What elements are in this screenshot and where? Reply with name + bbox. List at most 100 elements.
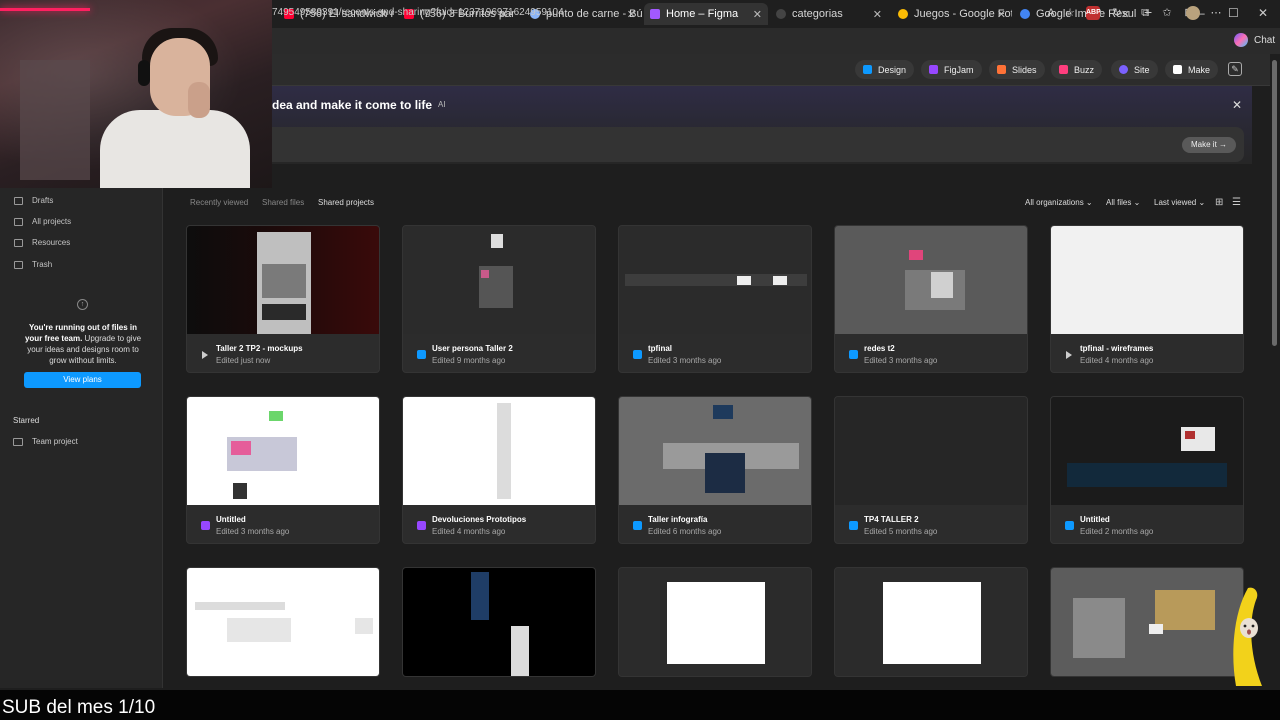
ai-prompt-input[interactable]	[272, 127, 1244, 162]
file-card[interactable]	[402, 567, 596, 677]
file-card[interactable]: Taller 2 TP2 - mockups Edited just now	[186, 225, 380, 373]
close-tab-icon[interactable]: ✕	[997, 8, 1006, 21]
play-icon	[202, 351, 208, 359]
file-thumbnail	[619, 568, 811, 676]
star-icon[interactable]: ☆	[1063, 6, 1077, 20]
maximize-button[interactable]: ☐	[1228, 6, 1239, 20]
file-name: Untitled	[216, 515, 246, 524]
site-icon	[1119, 65, 1128, 74]
browser-tab-active[interactable]: Home – Figma ✕	[644, 3, 768, 25]
sidebar-item-trash[interactable]: Trash	[14, 260, 52, 269]
trash-icon	[14, 260, 23, 269]
figjam-file-icon	[417, 521, 426, 530]
file-card[interactable]: Untitled Edited 3 months ago	[186, 396, 380, 544]
file-edited: Edited 6 months ago	[648, 527, 722, 536]
url-field[interactable]: 749549589391/recents-and-sharing?fuid=12…	[272, 7, 564, 18]
new-file-icon[interactable]: ✎	[1228, 62, 1242, 76]
design-file-icon	[849, 350, 858, 359]
read-aloud-icon[interactable]: A	[1044, 6, 1058, 20]
file-name: tpfinal	[648, 344, 672, 353]
view-plans-button[interactable]: View plans	[24, 372, 141, 388]
tab-shared-files[interactable]: Shared files	[262, 198, 304, 207]
make-it-button[interactable]: Make it →	[1182, 137, 1237, 153]
list-view-icon[interactable]: ☰	[1232, 197, 1241, 208]
new-design-button[interactable]: Design	[855, 60, 915, 79]
organization-filter[interactable]: All organizations ⌄	[1025, 198, 1093, 207]
buzz-icon	[1059, 65, 1068, 74]
file-edited: Edited 3 months ago	[864, 356, 938, 365]
grid-icon	[14, 217, 23, 226]
close-tab-icon[interactable]: ✕	[753, 8, 762, 21]
sidebar-item-drafts[interactable]: Drafts	[14, 196, 53, 205]
copilot-chat-button[interactable]: Chat	[1234, 33, 1275, 47]
google-icon	[1020, 9, 1030, 19]
refresh-extension-icon[interactable]: ↻	[1110, 6, 1124, 20]
file-type-filter[interactable]: All files ⌄	[1106, 198, 1140, 207]
sort-filter[interactable]: Last viewed ⌄	[1154, 198, 1205, 207]
pill-label: Make	[1188, 64, 1211, 75]
file-card[interactable]: Devoluciones Prototipos Edited 4 months …	[402, 396, 596, 544]
design-file-icon	[633, 350, 642, 359]
file-thumbnail	[187, 397, 379, 505]
close-icon[interactable]: ✕	[1232, 98, 1242, 112]
close-tab-icon[interactable]: ✕	[873, 8, 882, 21]
file-edited: Edited 9 months ago	[432, 356, 506, 365]
file-thumbnail	[619, 226, 811, 334]
file-card[interactable]: redes t2 Edited 3 months ago	[834, 225, 1028, 373]
slides-icon	[997, 65, 1006, 74]
upgrade-arrow-icon: ↑	[77, 299, 88, 310]
file-card[interactable]: Untitled Edited 2 months ago	[1050, 396, 1244, 544]
file-card[interactable]: tpfinal - wireframes Edited 4 months ago	[1050, 225, 1244, 373]
sidebar-item-resources[interactable]: Resources	[14, 238, 70, 247]
figjam-file-icon	[201, 521, 210, 530]
new-slides-button[interactable]: Slides	[989, 60, 1045, 79]
browser-tab[interactable]: categorias ✕	[770, 3, 888, 25]
file-card[interactable]	[186, 567, 380, 677]
split-screen-icon[interactable]: ⧉	[1138, 6, 1152, 20]
stream-subtitle-bar	[0, 690, 1280, 720]
file-card[interactable]	[1050, 567, 1244, 677]
make-icon	[1173, 65, 1182, 74]
design-file-icon	[1065, 521, 1074, 530]
file-card[interactable]: User persona Taller 2 Edited 9 months ag…	[402, 225, 596, 373]
close-tab-icon[interactable]: ✕	[627, 8, 636, 21]
tab-shared-projects[interactable]: Shared projects	[318, 198, 374, 207]
grid-view-icon[interactable]: ⊞	[1215, 197, 1223, 208]
file-thumbnail	[403, 568, 595, 676]
sidebar-item-label: Drafts	[32, 196, 54, 205]
sidebar-item-all-projects[interactable]: All projects	[14, 217, 71, 226]
starred-item-team-project[interactable]: Team project	[13, 437, 78, 446]
file-name: Taller 2 TP2 - mockups	[216, 344, 303, 353]
file-name: Taller infografía	[648, 515, 708, 524]
file-card[interactable]	[618, 567, 812, 677]
pill-label: Slides	[1012, 64, 1037, 75]
favorites-icon[interactable]: ✩	[1160, 6, 1174, 20]
scrollbar-thumb[interactable]	[1272, 60, 1277, 346]
file-card[interactable]: TP4 TALLER 2 Edited 5 months ago	[834, 396, 1028, 544]
sidebar-item-label: Resources	[32, 238, 71, 247]
file-thumbnail	[403, 397, 595, 505]
close-window-button[interactable]: ✕	[1258, 6, 1268, 20]
file-edited: Edited 3 months ago	[216, 527, 290, 536]
new-make-button[interactable]: Make	[1165, 60, 1219, 79]
adblock-icon[interactable]: ABP	[1086, 6, 1101, 20]
more-icon[interactable]: ⋯	[1209, 6, 1223, 20]
pill-label: Design	[878, 64, 907, 75]
new-buzz-button[interactable]: Buzz	[1051, 60, 1103, 79]
ai-banner-title: dea and make it come to life	[272, 98, 433, 112]
book-icon	[14, 238, 23, 247]
google-photos-icon	[898, 9, 908, 19]
new-figjam-button[interactable]: FigJam	[921, 60, 982, 79]
browser-tab[interactable]: Juegos - Google Fotos ✕	[892, 3, 1012, 25]
tab-label: Home – Figma	[666, 8, 739, 20]
file-card[interactable]: Taller infografía Edited 6 months ago	[618, 396, 812, 544]
file-edited: Edited 2 months ago	[1080, 527, 1154, 536]
file-card[interactable]	[834, 567, 1028, 677]
file-thumbnail	[1051, 568, 1243, 676]
file-card[interactable]: tpfinal Edited 3 months ago	[618, 225, 812, 373]
new-site-button[interactable]: Site	[1111, 60, 1158, 79]
profile-avatar[interactable]	[1186, 6, 1200, 20]
tab-recently-viewed[interactable]: Recently viewed	[190, 198, 248, 207]
design-file-icon	[417, 350, 426, 359]
copilot-icon	[1234, 33, 1248, 47]
